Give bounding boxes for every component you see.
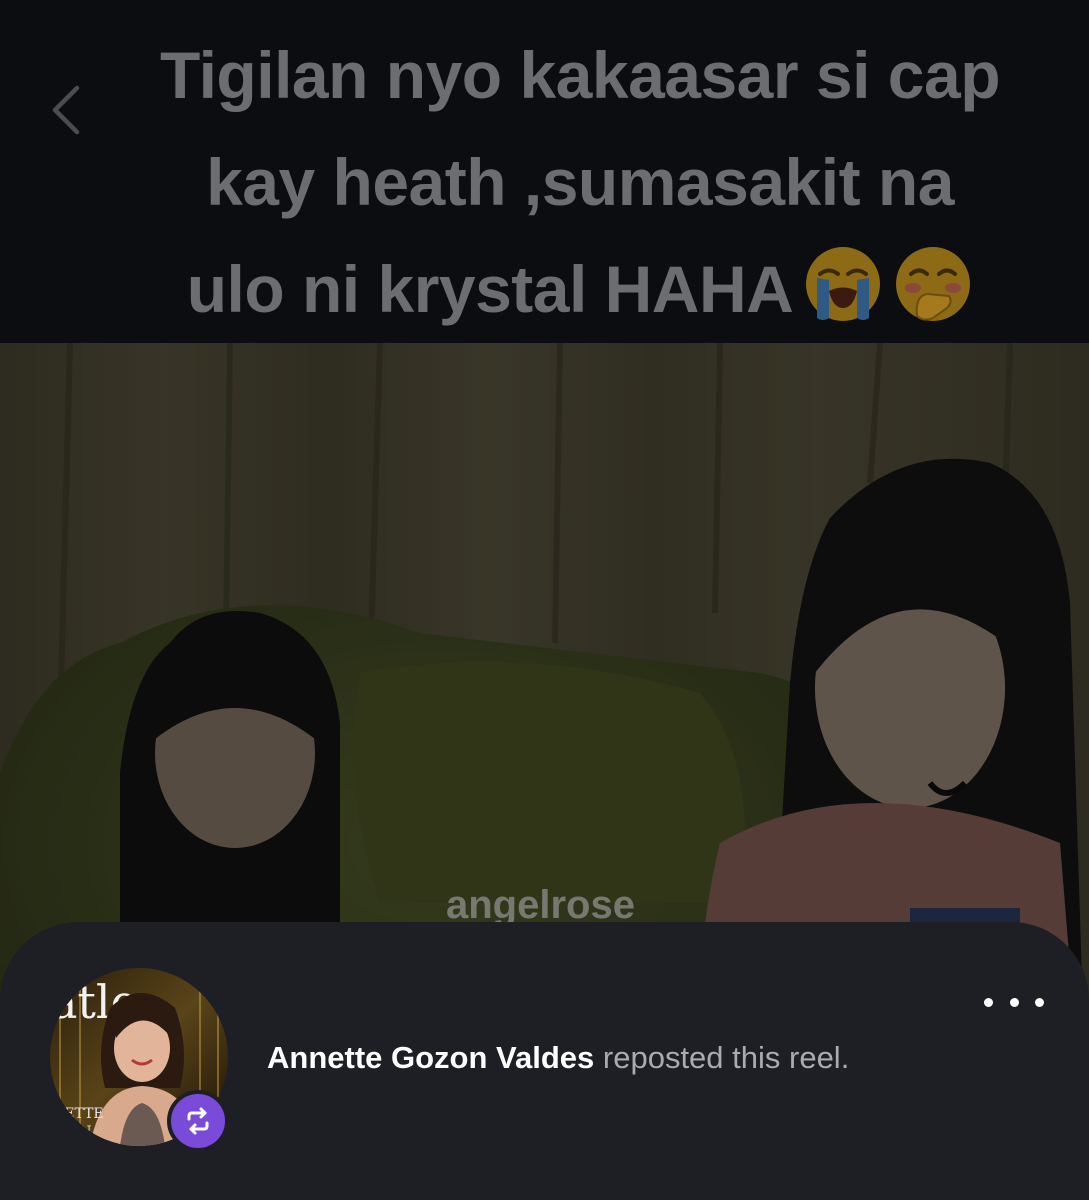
more-horizontal-icon-dot	[1035, 997, 1044, 1007]
face-with-hand-over-mouth-emoji	[896, 247, 971, 321]
back-button[interactable]	[38, 80, 94, 140]
loudly-crying-face-emoji	[806, 247, 881, 321]
repost-user-name[interactable]: Annette Gozon Valdes	[267, 1040, 594, 1075]
caption-line-3-text: ulo ni krystal HAHA	[186, 252, 794, 326]
caption-line-2: kay heath ,sumasakit na	[206, 145, 954, 219]
repost-sheet: atle NETTE ZON Annette Gozon Valdes repo…	[0, 922, 1089, 1200]
caption-band: Tigilan nyo kakaasar si cap kay heath ,s…	[0, 0, 1089, 343]
repost-avatar-group[interactable]: atle NETTE ZON	[50, 968, 229, 1152]
caption-line-1: Tigilan nyo kakaasar si cap	[159, 38, 1001, 112]
repost-icon	[187, 1107, 209, 1135]
avatar-cover-text-2: ZON	[58, 1124, 91, 1140]
repost-action-text: reposted this reel.	[594, 1040, 850, 1075]
more-horizontal-icon-dot	[984, 997, 993, 1007]
more-options-button[interactable]	[984, 990, 1044, 1014]
repost-text: Annette Gozon Valdes reposted this reel.	[267, 1038, 849, 1078]
chevron-left-icon	[52, 85, 80, 135]
caption-line-3: ulo ni krystal HAHA	[105, 236, 1055, 343]
reel-caption: Tigilan nyo kakaasar si cap kay heath ,s…	[105, 22, 1055, 343]
more-horizontal-icon-dot	[1009, 997, 1019, 1007]
avatar-cover-text-1: NETTE	[52, 1106, 104, 1122]
repost-badge	[167, 1090, 229, 1152]
reel-screen: Tigilan nyo kakaasar si cap kay heath ,s…	[0, 0, 1089, 1200]
